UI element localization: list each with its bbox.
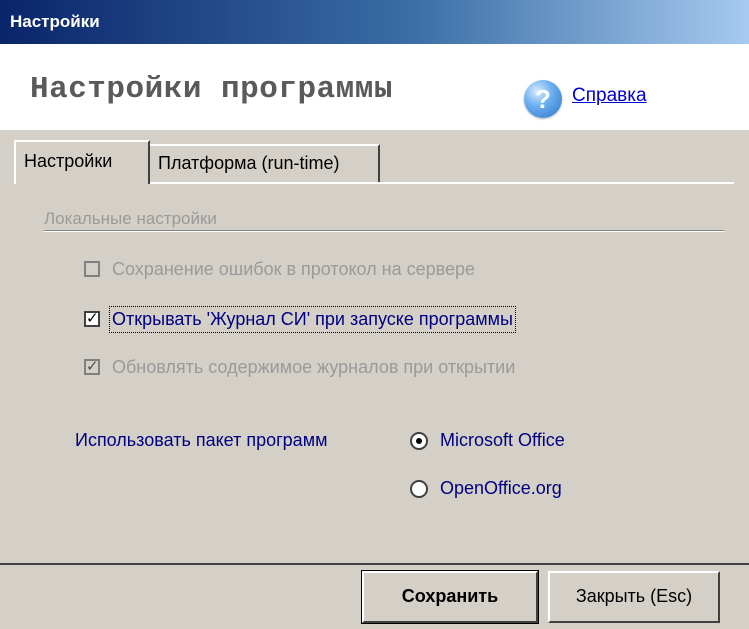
group-divider: [44, 230, 724, 232]
radio-selected-dot: [416, 438, 422, 444]
tab-settings[interactable]: Настройки: [14, 140, 150, 184]
radio-openoffice[interactable]: [410, 480, 428, 498]
radio-microsoft-office[interactable]: [410, 432, 428, 450]
office-package-label: Использовать пакет программ: [75, 430, 328, 450]
local-settings-group-title: Локальные настройки: [44, 209, 217, 228]
help-link[interactable]: Справка: [572, 85, 647, 107]
close-button[interactable]: Закрыть (Esc): [548, 571, 720, 623]
refresh-journals-label: Обновлять содержимое журналов при открыт…: [112, 357, 516, 377]
save-errors-checkbox[interactable]: [84, 261, 100, 277]
dialog-footer: Сохранить Закрыть (Esc): [0, 563, 749, 629]
tab-settings-label: Настройки: [24, 151, 113, 171]
window-titlebar[interactable]: Настройки: [0, 0, 749, 44]
radio-microsoft-office-label[interactable]: Microsoft Office: [440, 430, 565, 451]
window-title: Настройки: [10, 12, 100, 31]
radio-openoffice-label[interactable]: OpenOffice.org: [440, 478, 562, 499]
settings-dialog: Настройки Платформа (run-time) Локальные…: [0, 130, 749, 629]
help-question-icon[interactable]: ?: [524, 80, 562, 118]
save-errors-label: Сохранение ошибок в протокол на сервере: [112, 259, 476, 279]
page-title: Настройки программы: [30, 72, 393, 107]
save-button[interactable]: Сохранить: [361, 570, 539, 624]
open-journal-checkbox[interactable]: ✓: [84, 311, 100, 327]
tab-platform[interactable]: Платформа (run-time): [150, 144, 380, 182]
tab-platform-label: Платформа (run-time): [158, 153, 340, 173]
header: Настройки программы ? Справка: [0, 44, 749, 130]
open-journal-label[interactable]: Открывать 'Журнал СИ' при запуске програ…: [109, 306, 516, 333]
refresh-journals-checkbox[interactable]: ✓: [84, 359, 100, 375]
